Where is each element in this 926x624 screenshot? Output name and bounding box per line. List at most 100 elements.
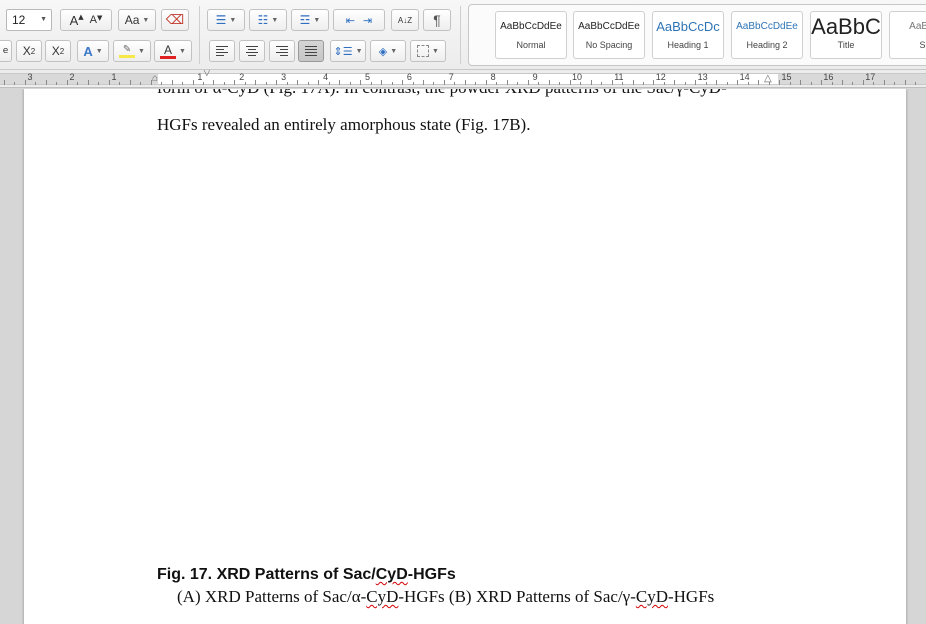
ruler-tick <box>172 80 173 85</box>
ruler-tick <box>559 82 560 85</box>
chevron-down-icon: ▼ <box>390 47 398 55</box>
style-title[interactable]: AaBbC Title <box>810 11 882 59</box>
ruler-tick <box>276 80 277 85</box>
font-size-select[interactable]: 12 ▼ <box>6 9 52 31</box>
highlight-color-button[interactable]: ✎ ▼ <box>113 40 151 62</box>
text-effects-icon: A <box>83 43 93 59</box>
ruler-tick <box>234 80 235 85</box>
ruler-tick <box>98 82 99 85</box>
change-case-button[interactable]: Aa ▼ <box>118 9 156 31</box>
ruler-tick <box>894 82 895 85</box>
ruler-tick <box>643 82 644 85</box>
ruler-tick <box>203 82 204 85</box>
grow-shrink-font-group: A ▲ A ▼ <box>60 9 112 31</box>
ruler-number: 11 <box>614 72 624 82</box>
ruler-tick <box>517 82 518 85</box>
ruler-tick <box>737 80 738 85</box>
ruler-tick <box>580 82 581 85</box>
decrease-indent-icon[interactable]: ⇤ <box>346 14 355 27</box>
align-left-button[interactable] <box>209 40 235 62</box>
spelling-error-word[interactable]: CyD <box>376 566 408 583</box>
ribbon-separator <box>199 6 200 64</box>
borders-button[interactable]: ▼ <box>410 40 446 62</box>
line-spacing-button[interactable]: ⇕☰ ▼ <box>330 40 366 62</box>
ruler-number: 4 <box>323 72 329 82</box>
justify-icon <box>305 46 317 56</box>
ruler-tick <box>161 82 162 85</box>
strikethrough-icon: e <box>2 46 9 56</box>
superscript-button[interactable]: X 2 <box>45 40 71 62</box>
horizontal-ruler[interactable]: 1 2 3 4 5 6 7 8 9 10 11 12 13 14 15 16 17 3 2 1 ⌂ ▽ △ <box>0 70 926 88</box>
ruler-tick <box>695 80 696 85</box>
align-right-button[interactable] <box>269 40 295 62</box>
show-formatting-button[interactable]: ¶ <box>423 9 451 31</box>
highlighter-icon: ✎ <box>119 44 136 58</box>
chevron-down-icon: ▼ <box>179 47 186 55</box>
document-area[interactable]: form of α-CyD (Fig. 17A). In contrast, t… <box>0 89 926 624</box>
ruler-number: 3 <box>281 72 287 82</box>
document-page[interactable]: form of α-CyD (Fig. 17A). In contrast, t… <box>24 89 906 624</box>
justify-button[interactable] <box>298 40 324 62</box>
style-heading-1[interactable]: AaBbCcDc Heading 1 <box>652 11 724 59</box>
spelling-error-word[interactable]: CyD <box>636 587 668 606</box>
align-center-button[interactable] <box>239 40 265 62</box>
bulleted-list-icon: ☰ <box>215 13 227 27</box>
ruler-tick <box>329 82 330 85</box>
ruler-tick <box>486 80 487 85</box>
ruler-tick <box>297 80 298 85</box>
ruler-number: 8 <box>490 72 496 82</box>
shading-button[interactable]: ◈ ▼ <box>370 40 406 62</box>
ruler-tick <box>130 80 131 85</box>
ruler-number: 7 <box>448 72 454 82</box>
ruler-number: 6 <box>406 72 412 82</box>
ruler-tick <box>549 80 550 85</box>
clear-formatting-button[interactable]: ⌫ <box>161 9 189 31</box>
shrink-font-button[interactable]: A ▼ <box>90 14 103 26</box>
ruler-number: 2 <box>69 72 75 82</box>
sort-icon: A↓Z <box>397 15 413 25</box>
numbered-list-icon: ☷ <box>257 13 269 27</box>
chevron-down-icon: ▼ <box>271 16 279 24</box>
chevron-down-icon: ▼ <box>432 47 439 55</box>
ruler-number: 16 <box>823 72 834 82</box>
multilevel-list-button[interactable]: ☲ ▼ <box>291 9 329 31</box>
ruler-tick <box>350 82 351 85</box>
ruler-tick <box>371 82 372 85</box>
ruler-tick <box>496 82 497 85</box>
ruler-tick <box>905 80 906 85</box>
ruler-tick <box>748 82 749 85</box>
ribbon-toolbar: 12 ▼ A ▲ A ▼ Aa ▼ ⌫ e X 2 X 2 A ▼ ✎ ▼ A … <box>0 0 926 70</box>
ruler-number: 14 <box>739 72 750 82</box>
ruler-tick <box>706 82 707 85</box>
ruler-tick <box>119 82 120 85</box>
ruler-tick <box>674 80 675 85</box>
ruler-tick <box>758 80 759 85</box>
style-heading-2[interactable]: AaBbCcDdEe Heading 2 <box>731 11 803 59</box>
bullets-button[interactable]: ☰ ▼ <box>207 9 245 31</box>
increase-indent-icon[interactable]: ⇥ <box>363 14 372 27</box>
ruler-tick <box>433 82 434 85</box>
ruler-number: 15 <box>781 72 792 82</box>
strikethrough-button[interactable]: e <box>0 40 12 62</box>
spelling-error-word[interactable]: CyD <box>366 587 398 606</box>
ruler-tick <box>790 82 791 85</box>
ruler-tick <box>800 80 801 85</box>
sort-button[interactable]: A↓Z <box>391 9 419 31</box>
ruler-tick <box>612 80 613 85</box>
subscript-button[interactable]: X 2 <box>16 40 42 62</box>
style-subtitle[interactable]: AaBbC Su <box>889 11 926 59</box>
ruler-tick <box>601 82 602 85</box>
left-indent-marker[interactable]: ⌂ <box>152 73 158 84</box>
font-color-button[interactable]: A ▼ <box>154 40 192 62</box>
ruler-tick <box>193 80 194 85</box>
numbering-button[interactable]: ☷ ▼ <box>249 9 287 31</box>
ruler-number: 12 <box>655 72 666 82</box>
text-effects-button[interactable]: A ▼ <box>77 40 109 62</box>
style-no-spacing[interactable]: AaBbCcDdEe No Spacing <box>573 11 645 59</box>
right-indent-marker[interactable]: △ <box>764 73 772 84</box>
eraser-icon: ⌫ <box>165 12 185 28</box>
grow-font-button[interactable]: A ▲ <box>70 13 84 28</box>
style-normal[interactable]: AaBbCcDdEe Normal <box>495 11 567 59</box>
ruler-tick <box>245 82 246 85</box>
first-line-indent-marker[interactable]: ▽ <box>203 70 211 78</box>
